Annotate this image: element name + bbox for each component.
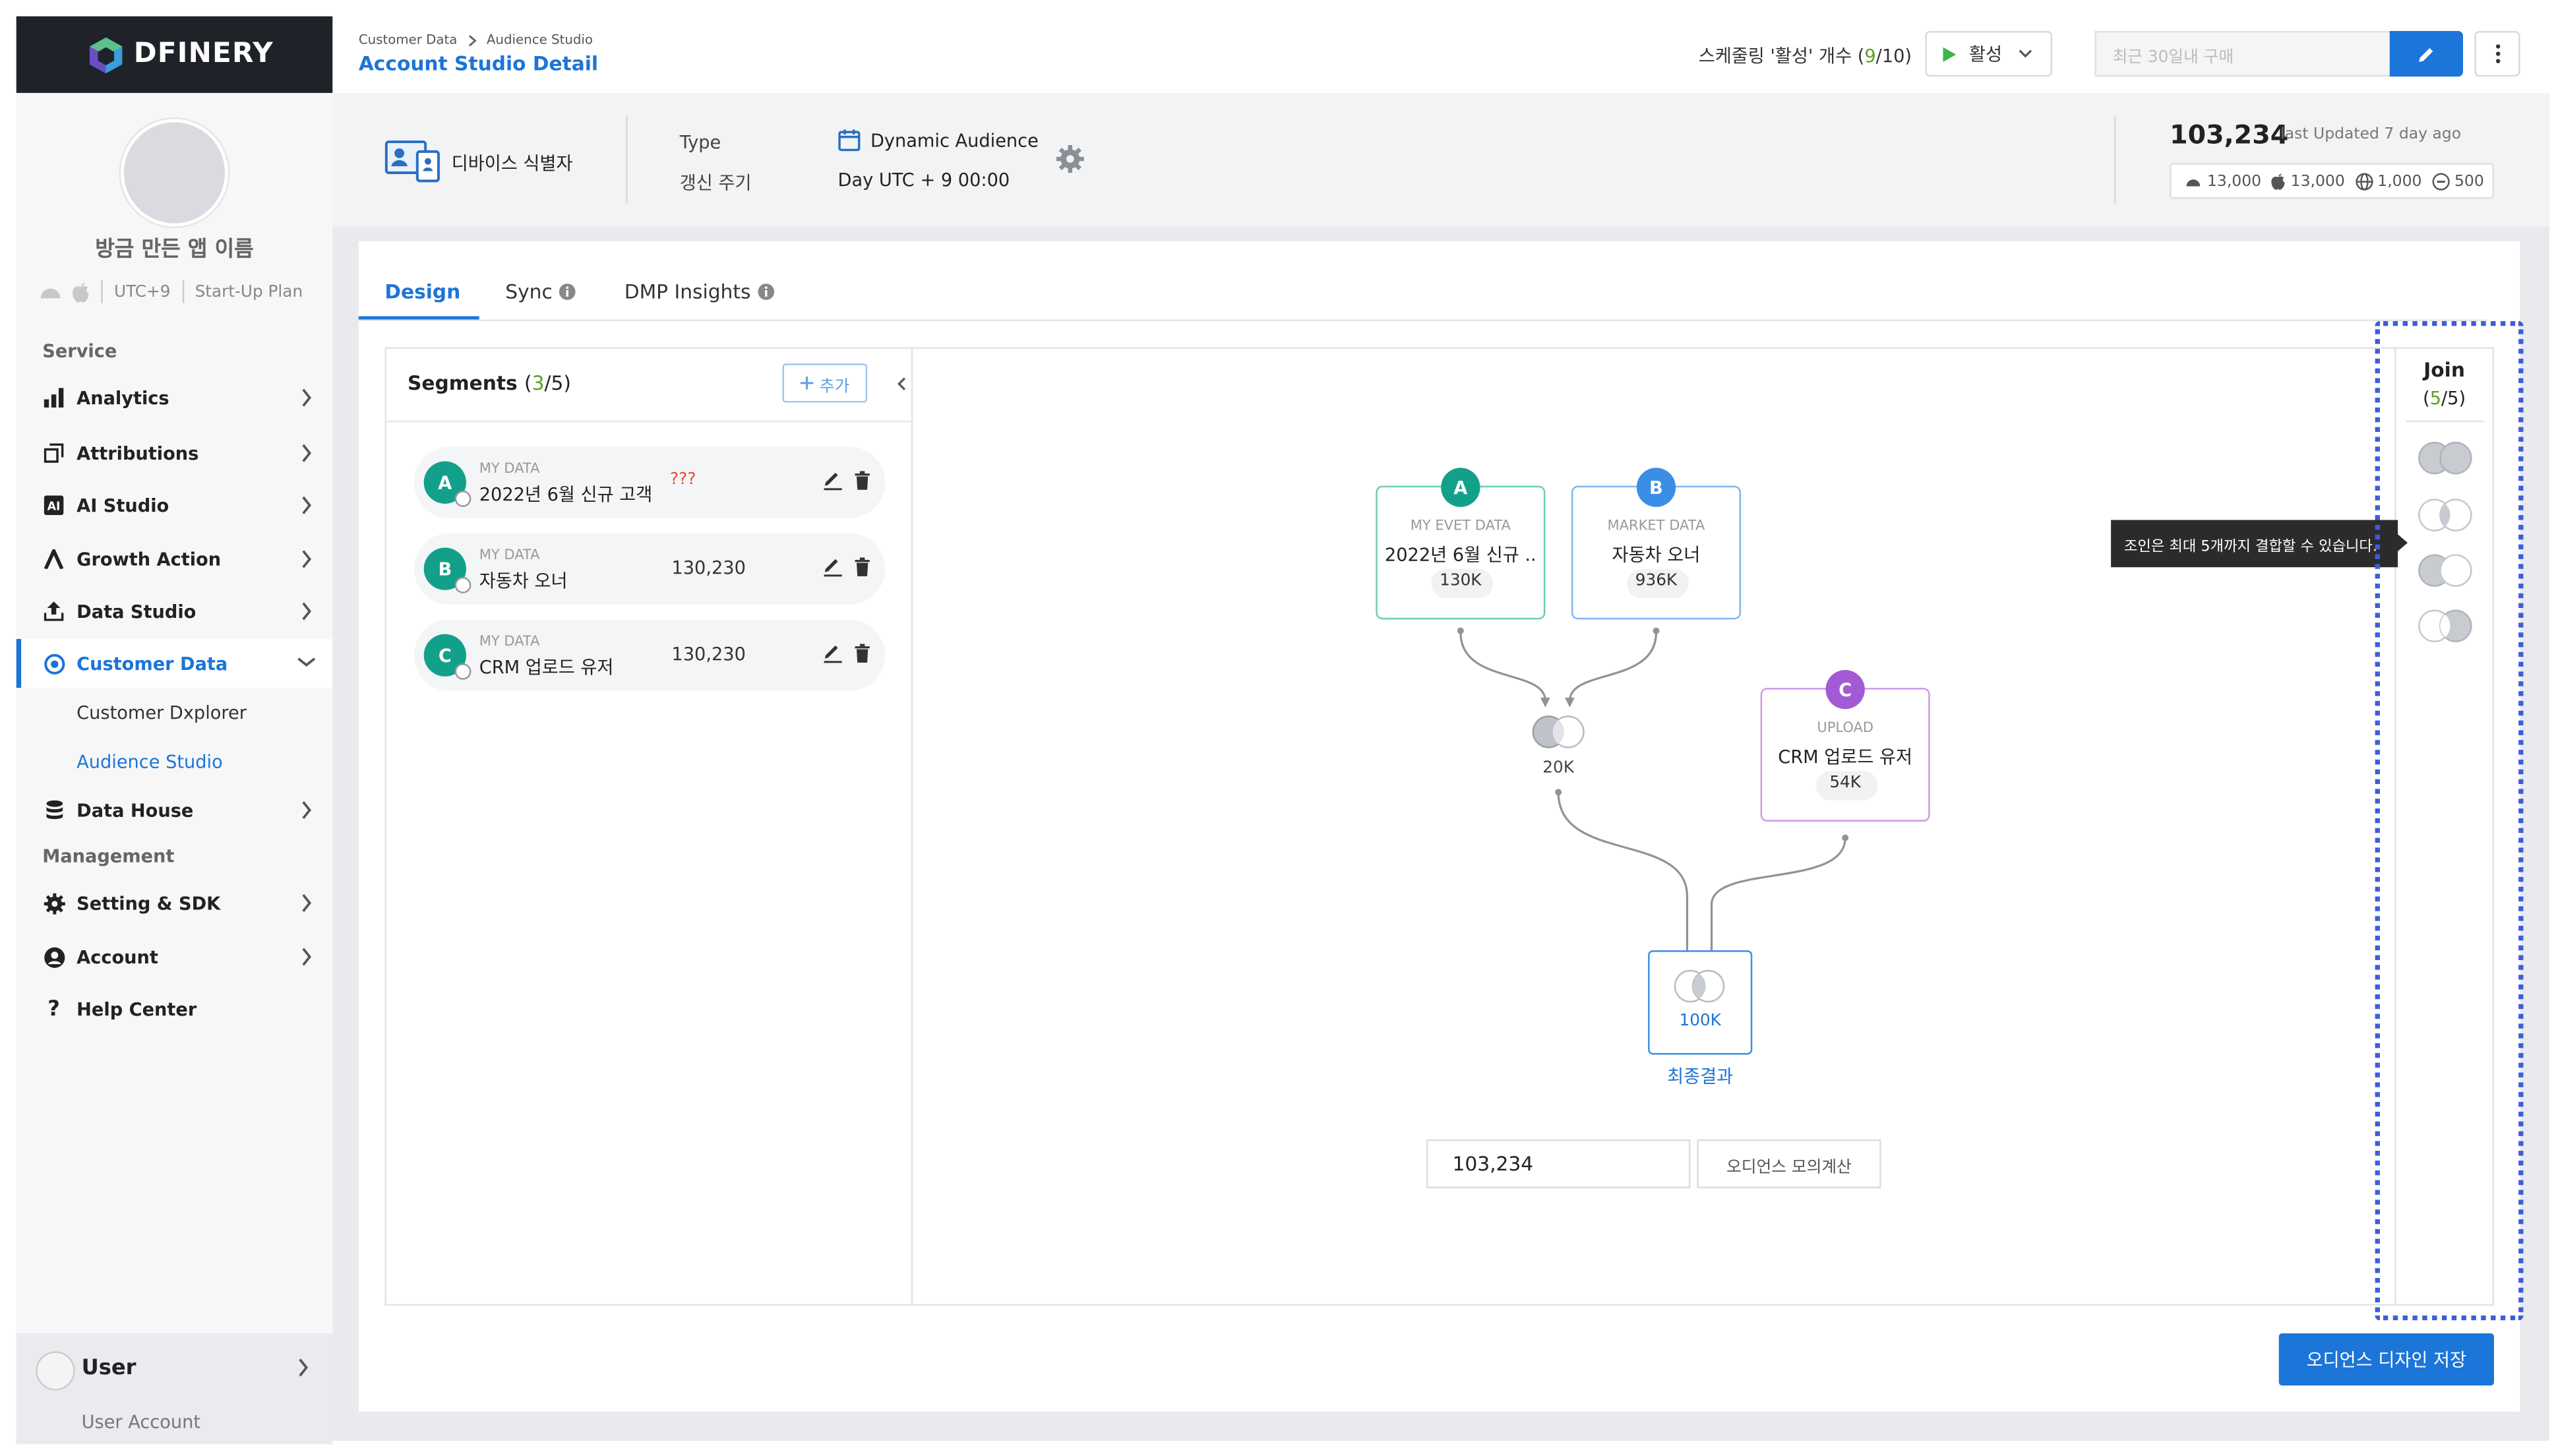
final-result-label: 최종결과 — [1667, 1066, 1734, 1087]
node-category: MARKET DATA — [1607, 518, 1705, 535]
node-name: 2022년 6월 신규 .. — [1384, 544, 1537, 566]
node-badge-b: B — [1636, 468, 1676, 507]
node-badge-a: A — [1441, 468, 1480, 507]
app-root: DFINERY 방금 만든 앱 이름 UTC+9 Start-Up Plan S… — [0, 0, 2556, 1454]
calc-button[interactable]: 오디언스 모의계산 — [1697, 1139, 1881, 1189]
join-highlight-box — [2375, 320, 2524, 1321]
node-name: CRM 업로드 유저 — [1778, 746, 1913, 768]
join-count: 20K — [1542, 759, 1574, 778]
save-design-button[interactable]: 오디언스 디자인 저장 — [2278, 1333, 2495, 1386]
node-name: 자동차 오너 — [1612, 544, 1701, 566]
final-result-node[interactable]: 100K — [1648, 950, 1753, 1055]
node-count: 130K — [1440, 572, 1482, 590]
final-count: 100K — [1679, 1012, 1721, 1031]
node-category: MY EVET DATA — [1410, 518, 1511, 535]
node-badge-c: C — [1825, 669, 1865, 710]
node-category: UPLOAD — [1817, 720, 1874, 737]
flow-connectors — [1457, 627, 1849, 965]
join-left-icon[interactable] — [1529, 714, 1591, 750]
calc-result-field[interactable]: 103,234 — [1426, 1139, 1691, 1189]
intersection-icon — [1674, 969, 1725, 1003]
join-tooltip: 조인은 최대 5개까지 결합할 수 있습니다. — [2111, 520, 2398, 568]
node-count: 936K — [1635, 572, 1678, 590]
node-count: 54K — [1829, 774, 1862, 793]
